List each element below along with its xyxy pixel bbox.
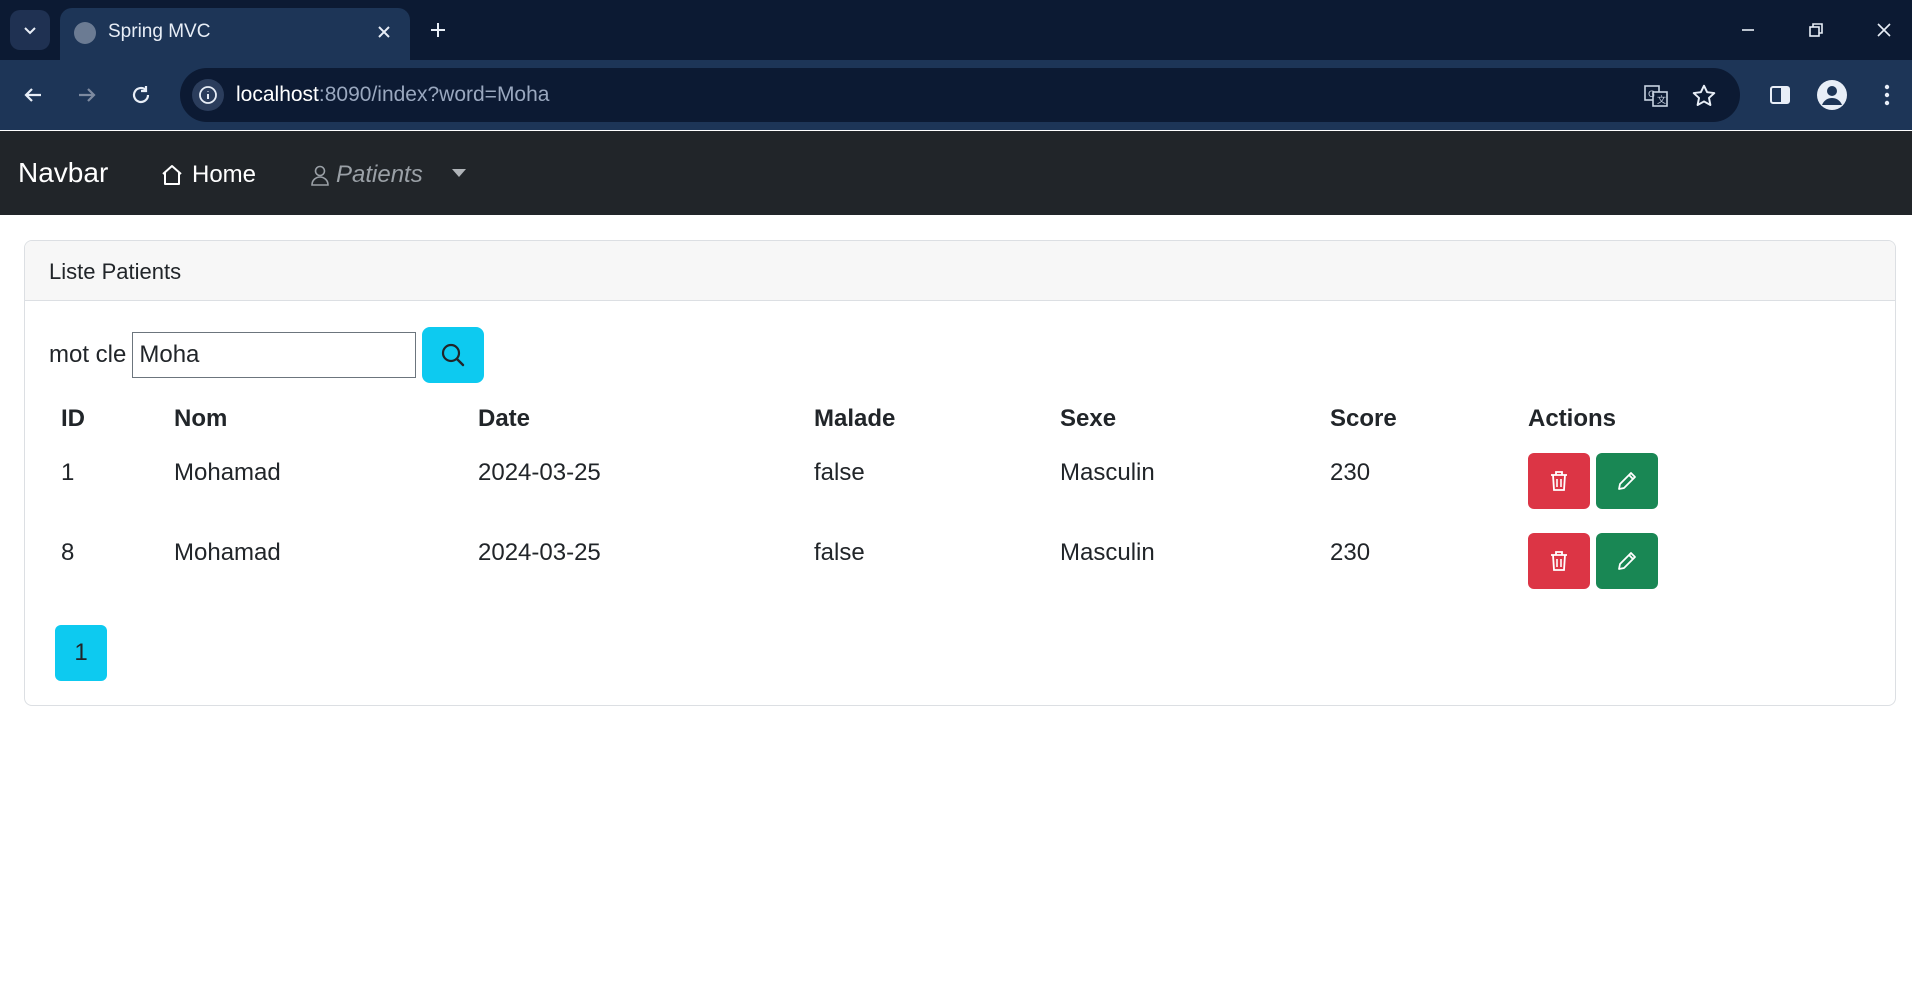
dropdown-caret-icon[interactable]	[452, 169, 466, 177]
header-date: Date	[478, 405, 531, 432]
tab-title: Spring MVC	[108, 21, 211, 42]
side-panel-button[interactable]	[1760, 75, 1800, 115]
nav-home-label: Home	[192, 161, 257, 188]
delete-button[interactable]	[1528, 453, 1590, 509]
side-panel-icon	[1770, 86, 1790, 104]
forward-button[interactable]	[67, 75, 107, 115]
person-icon	[311, 165, 329, 186]
page-navbar: Navbar Home Patients	[0, 131, 1912, 215]
browser-tabstrip: Spring MVC	[0, 0, 1912, 60]
table-row: 1 Mohamad 2024-03-25 false Masculin 230	[49, 447, 1869, 527]
patients-table: ID Nom Date Malade Sexe Score Actions 1 …	[49, 391, 1869, 607]
reload-icon	[132, 86, 150, 104]
window-close-button[interactable]	[1862, 10, 1906, 50]
bookmark-star-icon[interactable]	[1688, 80, 1720, 112]
tab-search-button[interactable]	[10, 10, 50, 50]
cell-malade: false	[814, 539, 865, 566]
cell-score: 230	[1330, 539, 1371, 566]
navbar-brand[interactable]: Navbar	[18, 157, 108, 189]
trash-icon	[1551, 471, 1567, 491]
cell-id: 1	[61, 459, 75, 486]
browser-tab[interactable]: Spring MVC	[60, 8, 410, 60]
cell-malade: false	[814, 459, 865, 486]
browser-toolbar: localhost:8090/index?word=Moha G文	[0, 60, 1912, 130]
menu-button[interactable]	[1867, 75, 1907, 115]
header-id: ID	[61, 405, 85, 432]
translate-icon[interactable]: G文	[1640, 80, 1672, 112]
search-button[interactable]	[422, 327, 485, 383]
tab-close-button[interactable]	[370, 18, 398, 46]
edit-button[interactable]	[1596, 533, 1658, 589]
patients-card: Liste Patients mot cle ID Nom Date Malad…	[24, 240, 1896, 706]
pagination-page-1[interactable]: 1	[55, 625, 107, 681]
globe-icon	[74, 22, 96, 44]
cell-actions	[1516, 447, 1869, 527]
house-icon	[162, 165, 182, 185]
cell-nom: Mohamad	[174, 459, 281, 486]
card-header: Liste Patients	[25, 241, 1895, 301]
restore-icon	[1809, 23, 1823, 37]
arrow-right-icon	[79, 88, 96, 102]
search-label: mot cle	[49, 341, 127, 368]
profile-button[interactable]	[1812, 75, 1852, 115]
reload-button[interactable]	[121, 75, 161, 115]
edit-button[interactable]	[1596, 453, 1658, 509]
cell-id: 8	[61, 539, 75, 566]
cell-sexe: Masculin	[1060, 539, 1155, 566]
nav-patients-label: Patients	[336, 161, 423, 188]
delete-button[interactable]	[1528, 533, 1590, 589]
table-row: 8 Mohamad 2024-03-25 false Masculin 230	[49, 527, 1869, 607]
pencil-icon	[1618, 472, 1636, 490]
search-input[interactable]	[132, 332, 417, 378]
nav-home-link[interactable]: Home	[160, 159, 256, 191]
restore-button[interactable]	[1794, 10, 1838, 50]
minimize-button[interactable]	[1726, 10, 1770, 50]
cell-date: 2024-03-25	[478, 459, 601, 486]
site-info-icon[interactable]	[192, 79, 224, 111]
search-icon	[442, 343, 465, 367]
back-button[interactable]	[13, 75, 53, 115]
avatar-icon	[1817, 80, 1847, 110]
cell-sexe: Masculin	[1060, 459, 1155, 486]
svg-text:G: G	[1648, 90, 1655, 100]
plus-icon	[431, 23, 445, 37]
pencil-icon	[1618, 552, 1636, 570]
search-form: mot cle	[49, 327, 485, 383]
cell-nom: Mohamad	[174, 539, 281, 566]
header-sexe: Sexe	[1060, 405, 1117, 432]
trash-icon	[1551, 551, 1567, 571]
cell-date: 2024-03-25	[478, 539, 601, 566]
table-header-row: ID Nom Date Malade Sexe Score Actions	[49, 391, 1869, 447]
kebab-menu-icon	[1884, 84, 1890, 106]
header-malade: Malade	[814, 405, 896, 432]
nav-patients-link[interactable]: Patients	[310, 159, 423, 191]
svg-text:文: 文	[1657, 94, 1666, 106]
cell-actions	[1516, 527, 1869, 607]
minimize-icon	[1742, 29, 1754, 31]
header-nom: Nom	[174, 405, 228, 432]
url-host: localhost	[236, 83, 319, 106]
header-actions: Actions	[1528, 405, 1617, 432]
close-icon	[378, 26, 390, 38]
cell-score: 230	[1330, 459, 1371, 486]
chevron-down-icon	[24, 27, 36, 35]
header-score: Score	[1330, 405, 1397, 432]
new-tab-button[interactable]	[420, 12, 456, 48]
arrow-left-icon	[24, 88, 41, 102]
address-bar[interactable]: localhost:8090/index?word=Moha G文	[180, 68, 1740, 122]
url-text: localhost:8090/index?word=Moha	[236, 83, 549, 107]
close-icon	[1877, 23, 1891, 37]
url-path: :8090/index?word=Moha	[318, 83, 550, 106]
